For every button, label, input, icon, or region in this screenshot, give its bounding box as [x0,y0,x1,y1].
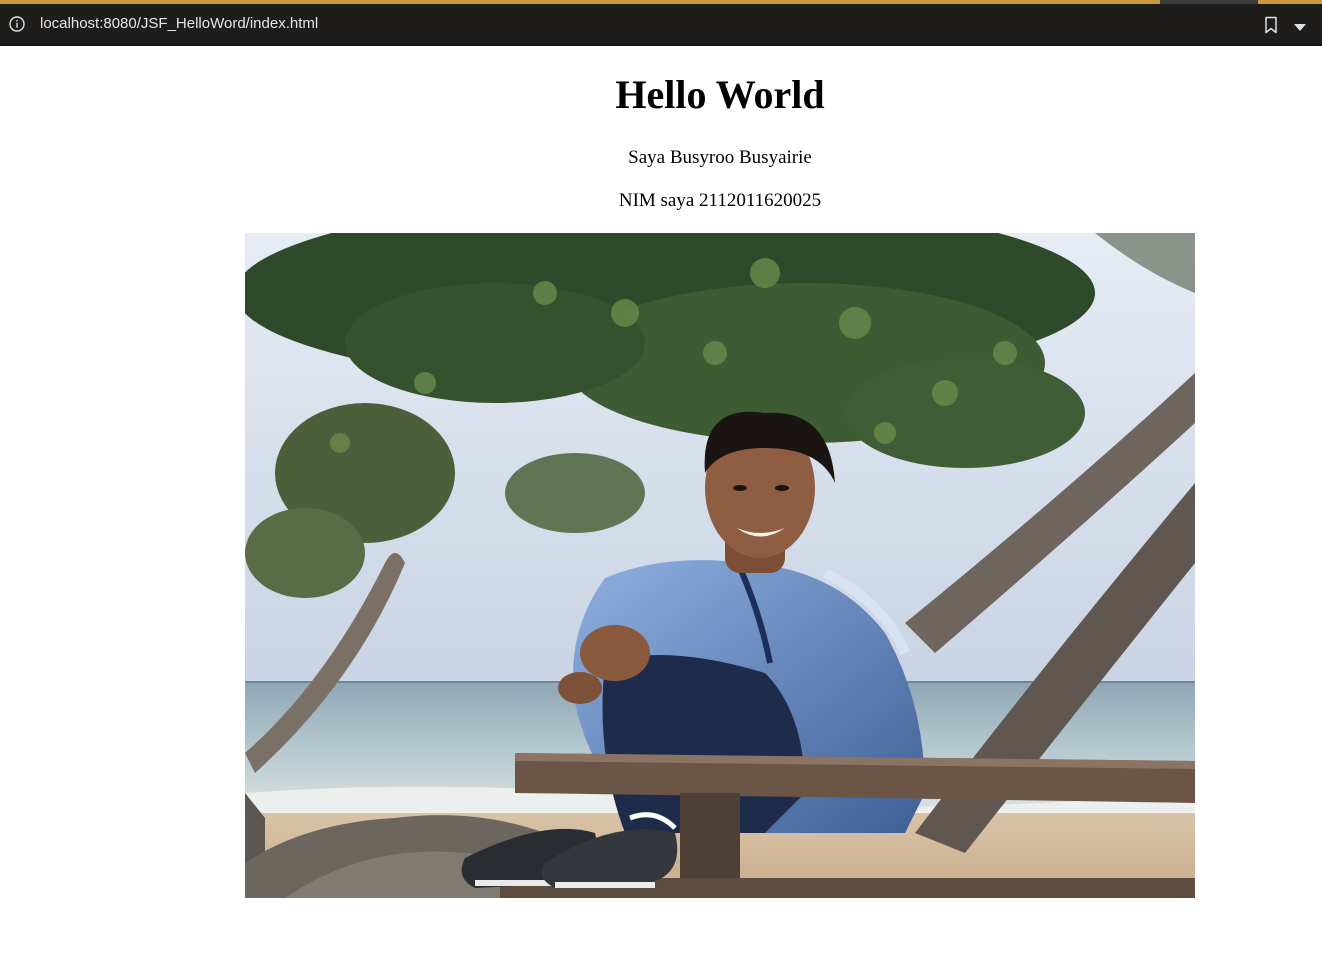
chevron-down-icon[interactable] [1292,20,1308,31]
page-content: Hello World Saya Busyroo Busyairie NIM s… [0,46,1322,967]
bookmark-icon[interactable] [1263,16,1279,34]
profile-photo [245,233,1195,898]
browser-chrome: localhost:8080/JSF_HelloWord/index.html [0,0,1322,46]
page-title: Hello World [615,72,825,117]
name-text: Saya Busyroo Busyairie [628,147,812,168]
info-circle-icon[interactable] [9,16,25,32]
nim-text: NIM saya 2112011620025 [618,190,822,211]
address-bar[interactable]: localhost:8080/JSF_HelloWord/index.html [0,4,1322,46]
url-text[interactable]: localhost:8080/JSF_HelloWord/index.html [40,15,318,32]
